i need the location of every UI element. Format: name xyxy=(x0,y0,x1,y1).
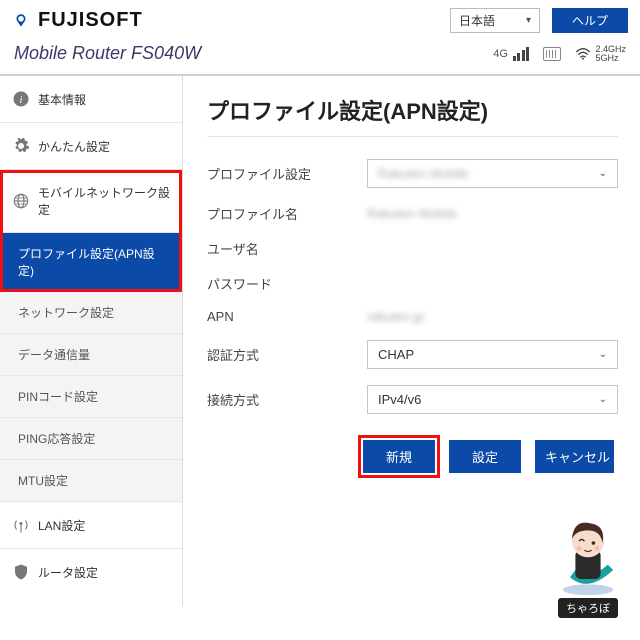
sidebar-item-label: LAN設定 xyxy=(38,517,85,534)
logo-icon xyxy=(12,12,30,30)
sidebar-sub-label: プロファイル設定(APN設定) xyxy=(18,245,170,279)
gear-icon xyxy=(12,137,30,155)
avatar-name: ちゃろぼ xyxy=(558,598,618,618)
sidebar-item-easy-settings[interactable]: かんたん設定 xyxy=(0,123,182,170)
language-select[interactable]: 日本語 ▾ xyxy=(450,8,540,33)
chevron-down-icon: ⌄ xyxy=(599,349,607,360)
label-auth: 認証方式 xyxy=(207,345,367,364)
label-password: パスワード xyxy=(207,274,367,293)
set-button[interactable]: 設定 xyxy=(449,440,521,473)
sidebar-sub-mtu[interactable]: MTU設定 xyxy=(0,460,182,502)
new-button[interactable]: 新規 xyxy=(363,440,435,473)
sidebar-item-basic-info[interactable]: i 基本情報 xyxy=(0,76,182,123)
label-profile-name: プロファイル名 xyxy=(207,204,367,223)
sidebar-sub-network[interactable]: ネットワーク設定 xyxy=(0,292,182,334)
sidebar-sub-pin-code[interactable]: PINコード設定 xyxy=(0,376,182,418)
apn-value: rakuten.jp xyxy=(367,309,618,324)
language-label: 日本語 xyxy=(459,12,495,29)
conn-select[interactable]: IPv4/v6 ⌄ xyxy=(367,385,618,414)
model-name: Mobile Router FS040W xyxy=(14,43,201,64)
shield-icon xyxy=(12,563,30,581)
label-conn: 接続方式 xyxy=(207,390,367,409)
sidebar-sub-data-usage[interactable]: データ通信量 xyxy=(0,334,182,376)
label-apn: APN xyxy=(207,309,367,324)
brand-name: FUJISOFT xyxy=(38,9,143,32)
profile-name-value: Rakuten Mobile xyxy=(367,206,618,221)
sidebar-item-mobile-network[interactable]: モバイルネットワーク設定 xyxy=(0,170,182,233)
sidebar-sub-profile-apn[interactable]: プロファイル設定(APN設定) xyxy=(0,233,182,292)
sidebar-item-lan-settings[interactable]: LAN設定 xyxy=(0,502,182,549)
status-icons: 4G 2.4GHz 5GHz xyxy=(493,45,626,63)
avatar: ちゃろぼ xyxy=(542,507,634,618)
sidebar: i 基本情報 かんたん設定 モバイルネットワーク設定 プロファイル設定(APN設… xyxy=(0,76,183,606)
antenna-icon xyxy=(12,516,30,534)
help-button[interactable]: ヘルプ xyxy=(552,8,628,33)
sidebar-item-label: ルータ設定 xyxy=(38,564,98,581)
profile-select[interactable]: Rakuten Mobile ⌄ xyxy=(367,159,618,188)
info-icon: i xyxy=(12,90,30,108)
signal-icon: 4G xyxy=(493,47,529,61)
chevron-down-icon: ⌄ xyxy=(599,168,607,179)
cancel-button[interactable]: キャンセル xyxy=(535,440,614,473)
globe-icon xyxy=(12,192,30,210)
chevron-down-icon: ▾ xyxy=(526,15,531,26)
label-user: ユーザ名 xyxy=(207,239,367,258)
sidebar-item-label: かんたん設定 xyxy=(38,138,110,155)
wifi-icon: 2.4GHz 5GHz xyxy=(575,45,626,63)
auth-select[interactable]: CHAP ⌄ xyxy=(367,340,618,369)
sidebar-item-label: モバイルネットワーク設定 xyxy=(38,184,170,218)
sim-icon xyxy=(543,47,561,61)
sidebar-item-label: 基本情報 xyxy=(38,91,86,108)
chevron-down-icon: ⌄ xyxy=(599,394,607,405)
sidebar-sub-ping[interactable]: PING応答設定 xyxy=(0,418,182,460)
svg-text:i: i xyxy=(20,95,23,106)
label-profile-select: プロファイル設定 xyxy=(207,164,367,183)
sidebar-item-router-settings[interactable]: ルータ設定 xyxy=(0,549,182,595)
page-title: プロファイル設定(APN設定) xyxy=(207,94,618,137)
